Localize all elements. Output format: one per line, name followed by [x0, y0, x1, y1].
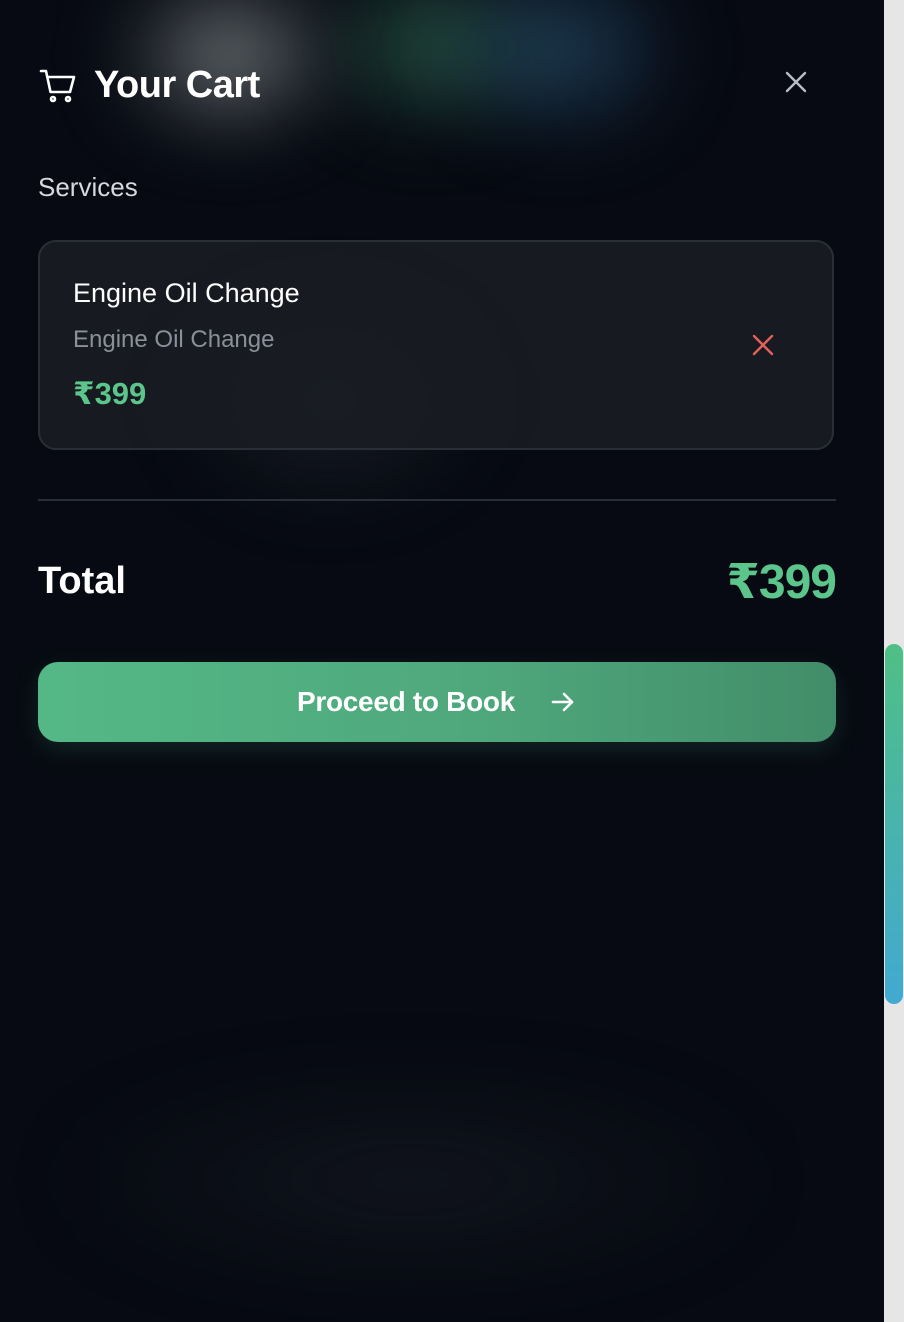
remove-item-button[interactable] [748, 332, 778, 362]
item-description: Engine Oil Change [73, 326, 275, 353]
close-icon [785, 71, 807, 98]
scrollbar-thumb[interactable] [885, 644, 903, 1004]
cart-icon [38, 65, 78, 105]
cart-panel: Your Cart Services Engine Oil Change Eng… [0, 0, 884, 1322]
item-price: ₹399 [73, 376, 147, 411]
background-glow-bottom [60, 1080, 760, 1280]
item-name: Engine Oil Change [73, 278, 300, 308]
cart-header: Your Cart [38, 60, 814, 110]
cart-title: Your Cart [94, 63, 260, 106]
proceed-button-label: Proceed to Book [297, 686, 515, 717]
remove-icon [752, 334, 774, 361]
cart-item-card: Engine Oil Change Engine Oil Change ₹399 [38, 240, 834, 450]
proceed-to-book-button[interactable]: Proceed to Book [38, 662, 836, 742]
services-section-label: Services [38, 172, 138, 202]
total-label: Total [38, 560, 126, 602]
close-button[interactable] [780, 68, 812, 100]
arrow-right-icon [549, 688, 577, 716]
divider [38, 499, 836, 501]
total-value: ₹399 [726, 556, 837, 609]
